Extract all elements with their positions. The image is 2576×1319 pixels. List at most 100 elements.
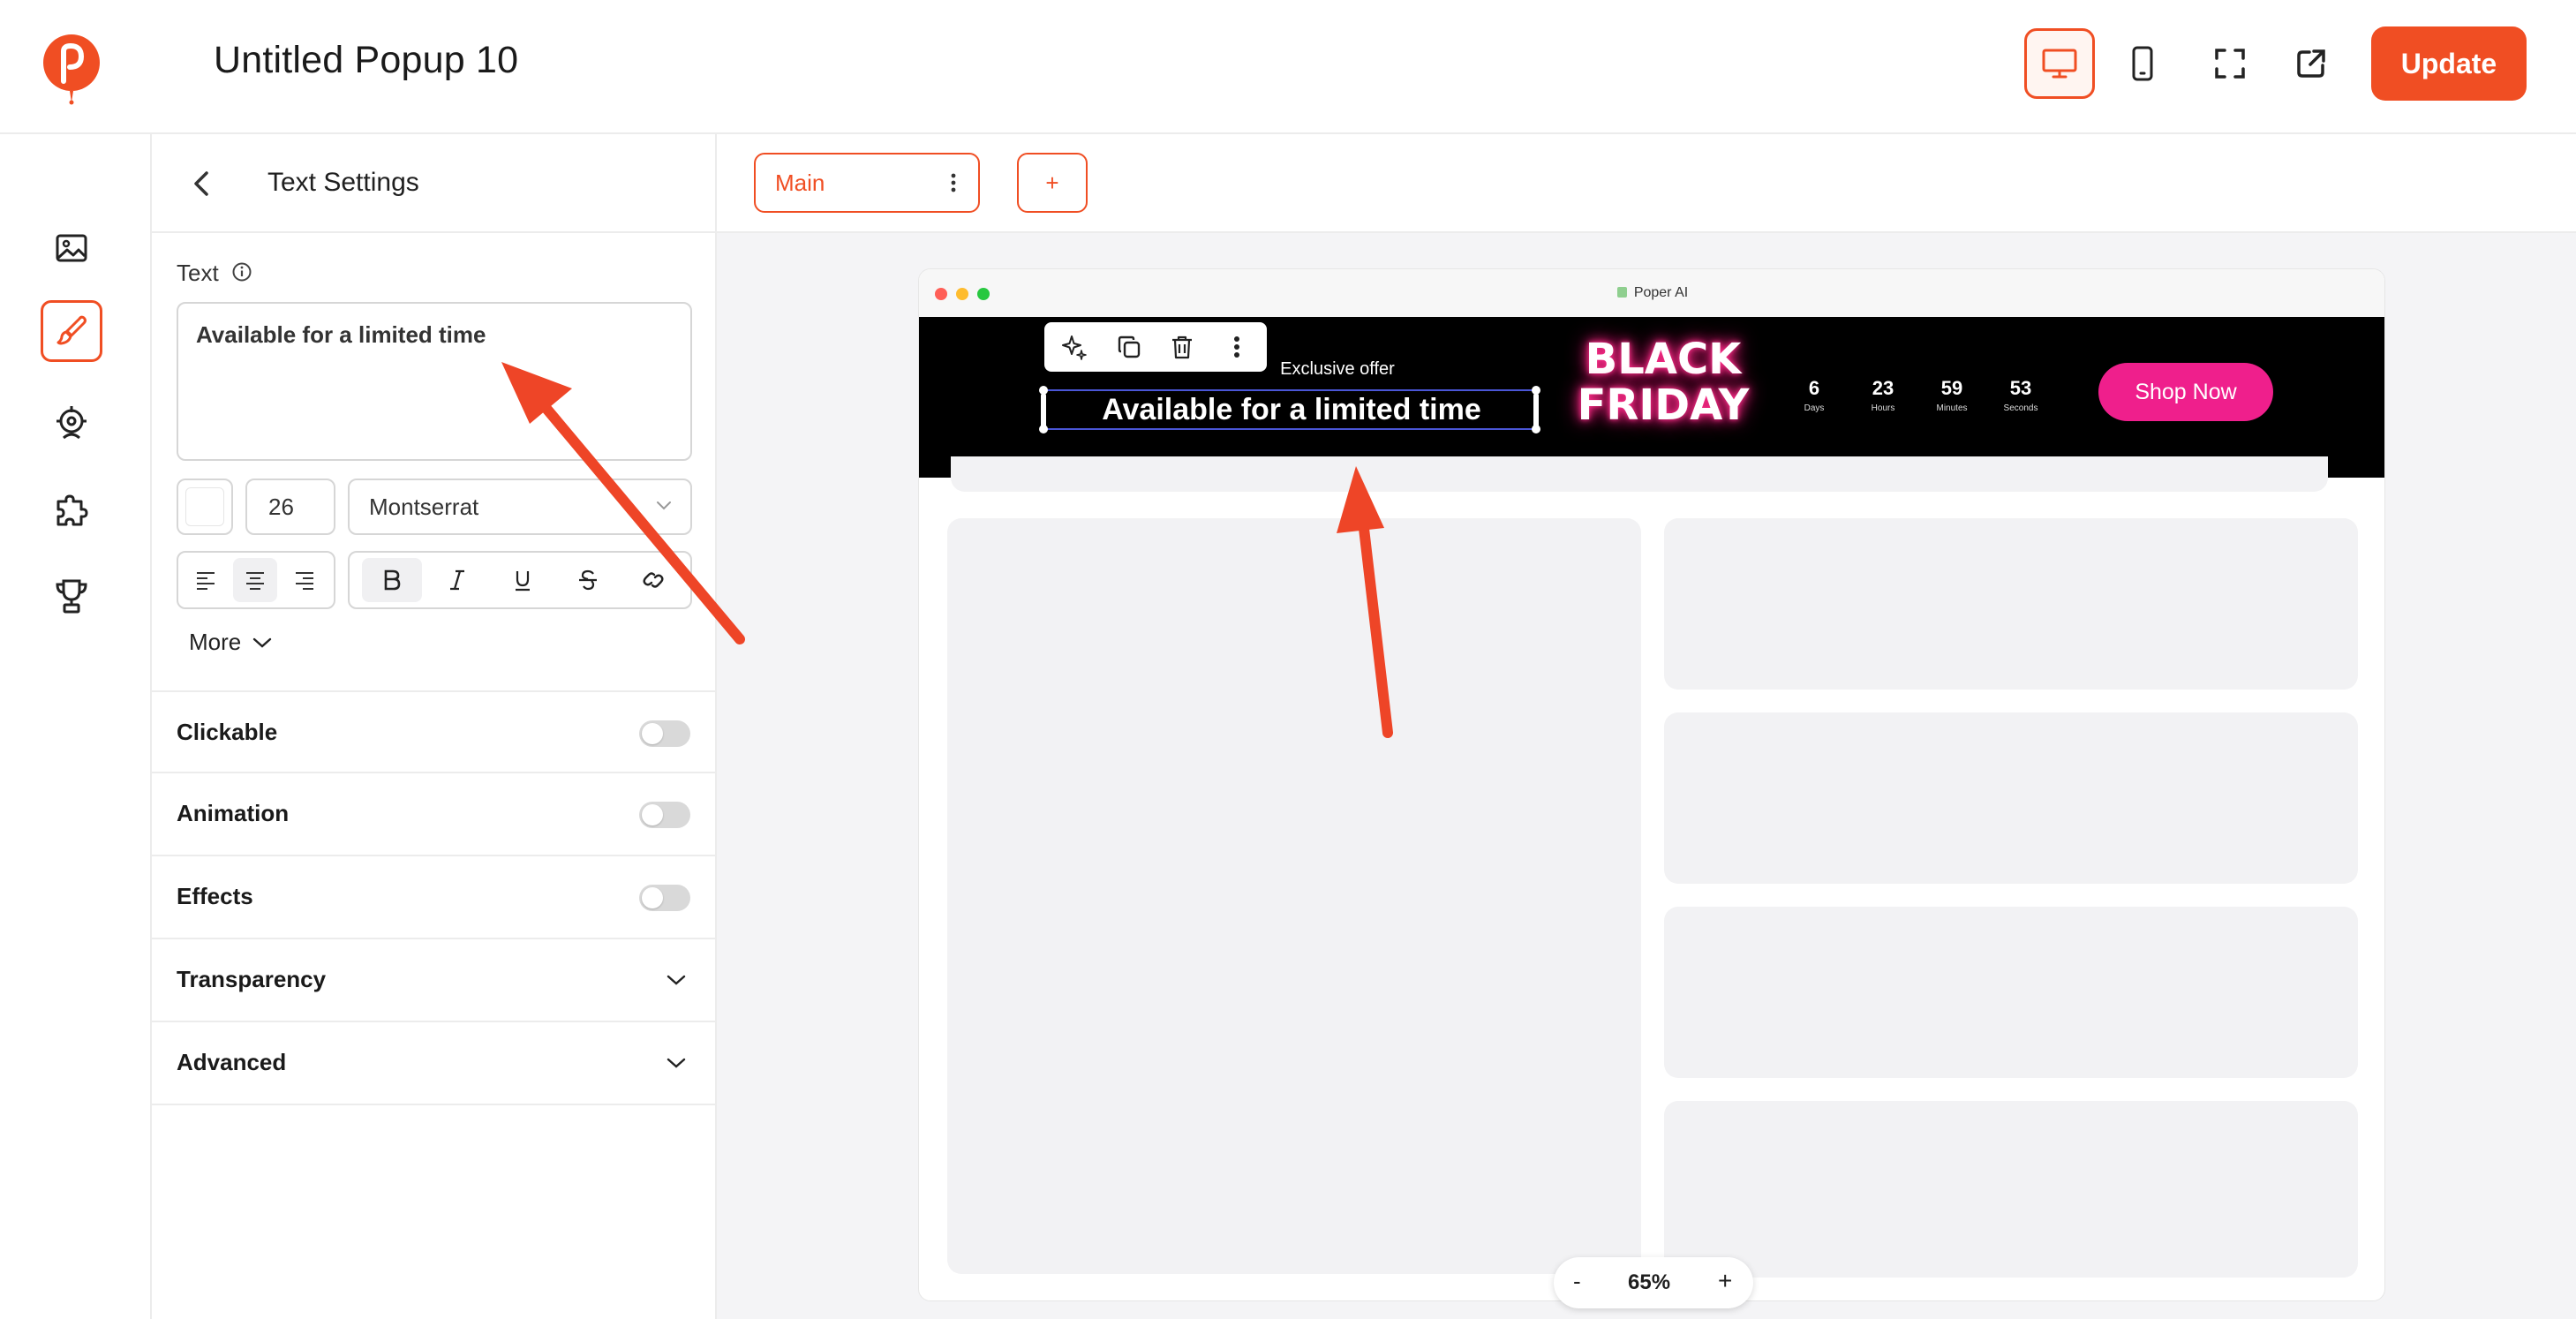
element-toolbar bbox=[1044, 322, 1267, 372]
resize-handle-left[interactable] bbox=[1041, 393, 1046, 428]
chevron-left-icon bbox=[194, 171, 208, 196]
countdown-value: 53 bbox=[2009, 377, 2032, 399]
effects-toggle[interactable] bbox=[639, 885, 690, 911]
tab-main[interactable]: Main bbox=[754, 153, 980, 213]
resize-handle-right[interactable] bbox=[1533, 393, 1539, 428]
mobile-icon bbox=[2132, 46, 2153, 81]
zoom-level: 65% bbox=[1628, 1270, 1671, 1294]
open-preview-button[interactable] bbox=[2276, 28, 2346, 99]
external-link-icon bbox=[2297, 49, 2325, 78]
desktop-view-button[interactable] bbox=[2024, 28, 2095, 99]
chevron-down-icon bbox=[667, 975, 686, 985]
tab-main-label: Main bbox=[775, 170, 825, 196]
black-friday-graphic[interactable]: BLACK FRIDAY bbox=[1570, 336, 1756, 428]
corner-handle[interactable] bbox=[1039, 386, 1048, 395]
content-placeholder bbox=[1664, 1101, 2358, 1278]
align-left-icon bbox=[197, 572, 215, 590]
countdown-days[interactable]: 6 Days bbox=[1788, 377, 1841, 413]
popup-title[interactable]: Untitled Popup 10 bbox=[214, 39, 518, 82]
browser-preview: Poper AI Exclusive offer Available for a… bbox=[918, 268, 2385, 1301]
desktop-icon bbox=[2042, 49, 2077, 79]
clickable-label: Clickable bbox=[177, 719, 278, 745]
countdown-hours[interactable]: 23 Hours bbox=[1857, 377, 1909, 413]
left-rail bbox=[0, 134, 152, 1319]
italic-icon bbox=[450, 569, 464, 591]
chevron-down-icon bbox=[253, 637, 272, 648]
align-right-button[interactable] bbox=[282, 558, 327, 602]
text-color-picker[interactable] bbox=[177, 479, 233, 535]
logo-icon[interactable] bbox=[41, 32, 102, 108]
align-center-button[interactable] bbox=[233, 558, 277, 602]
back-button[interactable] bbox=[184, 164, 222, 203]
rail-item-image[interactable] bbox=[41, 217, 102, 279]
panel-title: Text Settings bbox=[267, 168, 419, 197]
countdown-label: Seconds bbox=[2003, 403, 2038, 413]
countdown-label: Days bbox=[1804, 403, 1825, 413]
popup-banner: Exclusive offer Available for a limited … bbox=[919, 317, 2384, 478]
font-family-select[interactable]: Montserrat bbox=[348, 479, 692, 535]
link-button[interactable] bbox=[623, 558, 683, 602]
selected-text-element[interactable]: Available for a limited time bbox=[1039, 386, 1540, 433]
top-header: Untitled Popup 10 Update bbox=[0, 0, 2576, 134]
browser-chrome: Poper AI bbox=[919, 269, 2384, 317]
animation-row: Animation bbox=[152, 773, 715, 856]
font-size-input[interactable]: 26 bbox=[245, 479, 335, 535]
delete-button[interactable] bbox=[1166, 331, 1198, 363]
transparency-row[interactable]: Transparency bbox=[152, 939, 715, 1022]
advanced-label: Advanced bbox=[177, 1049, 287, 1075]
lock-icon bbox=[1616, 286, 1627, 298]
corner-handle[interactable] bbox=[1532, 386, 1540, 395]
clickable-toggle[interactable] bbox=[639, 720, 690, 747]
rail-item-targeting[interactable] bbox=[41, 392, 102, 454]
more-label: More bbox=[189, 629, 242, 655]
corner-handle[interactable] bbox=[1039, 425, 1048, 433]
brush-icon bbox=[56, 315, 87, 345]
info-icon[interactable] bbox=[231, 261, 252, 283]
alignment-group bbox=[177, 551, 335, 609]
effects-row: Effects bbox=[152, 856, 715, 939]
more-vertical-icon[interactable] bbox=[950, 172, 957, 193]
countdown-label: Minutes bbox=[1936, 403, 1968, 413]
align-left-button[interactable] bbox=[184, 558, 228, 602]
bold-button[interactable] bbox=[362, 558, 422, 602]
animation-label: Animation bbox=[177, 800, 290, 826]
mobile-view-button[interactable] bbox=[2107, 28, 2178, 99]
countdown-value: 6 bbox=[1808, 377, 1820, 399]
fullscreen-button[interactable] bbox=[2195, 28, 2265, 99]
add-step-button[interactable]: + bbox=[1017, 153, 1088, 213]
underline-icon bbox=[516, 571, 530, 592]
italic-button[interactable] bbox=[427, 558, 487, 602]
align-center-icon bbox=[246, 572, 264, 590]
duplicate-button[interactable] bbox=[1113, 331, 1145, 363]
text-settings-panel: Text Settings Text Available for a limit… bbox=[152, 134, 717, 1319]
step-tab-bar: Main + bbox=[717, 134, 2576, 233]
corner-handle[interactable] bbox=[1532, 425, 1540, 433]
panel-header: Text Settings bbox=[152, 134, 715, 233]
animation-toggle[interactable] bbox=[639, 802, 690, 828]
text-content-input[interactable]: Available for a limited time bbox=[177, 302, 692, 461]
advanced-row[interactable]: Advanced bbox=[152, 1022, 715, 1105]
ai-sparkle-button[interactable] bbox=[1058, 331, 1090, 363]
rail-item-integrations[interactable] bbox=[41, 479, 102, 540]
element-more-button[interactable] bbox=[1221, 331, 1253, 363]
more-toggle[interactable]: More bbox=[189, 629, 273, 656]
zoom-in-button[interactable]: + bbox=[1718, 1267, 1732, 1295]
chevron-down-icon bbox=[657, 501, 671, 510]
color-swatch bbox=[185, 487, 224, 526]
rail-item-goals[interactable] bbox=[41, 565, 102, 627]
effects-label: Effects bbox=[177, 883, 253, 909]
countdown-minutes[interactable]: 59 Minutes bbox=[1925, 377, 1978, 413]
more-vertical-icon bbox=[1234, 336, 1239, 358]
zoom-out-button[interactable]: - bbox=[1573, 1268, 1581, 1295]
rail-item-design[interactable] bbox=[41, 300, 102, 362]
banner-headline[interactable]: Available for a limited time bbox=[1045, 391, 1538, 428]
clickable-row: Clickable bbox=[152, 690, 715, 773]
content-placeholder bbox=[947, 518, 1641, 1274]
strikethrough-button[interactable] bbox=[558, 558, 618, 602]
shop-now-button[interactable]: Shop Now bbox=[2098, 363, 2273, 421]
countdown-seconds[interactable]: 53 Seconds bbox=[1994, 377, 2047, 413]
underline-button[interactable] bbox=[493, 558, 553, 602]
transparency-label: Transparency bbox=[177, 966, 327, 992]
update-button[interactable]: Update bbox=[2371, 26, 2527, 101]
strikethrough-icon bbox=[579, 569, 597, 591]
